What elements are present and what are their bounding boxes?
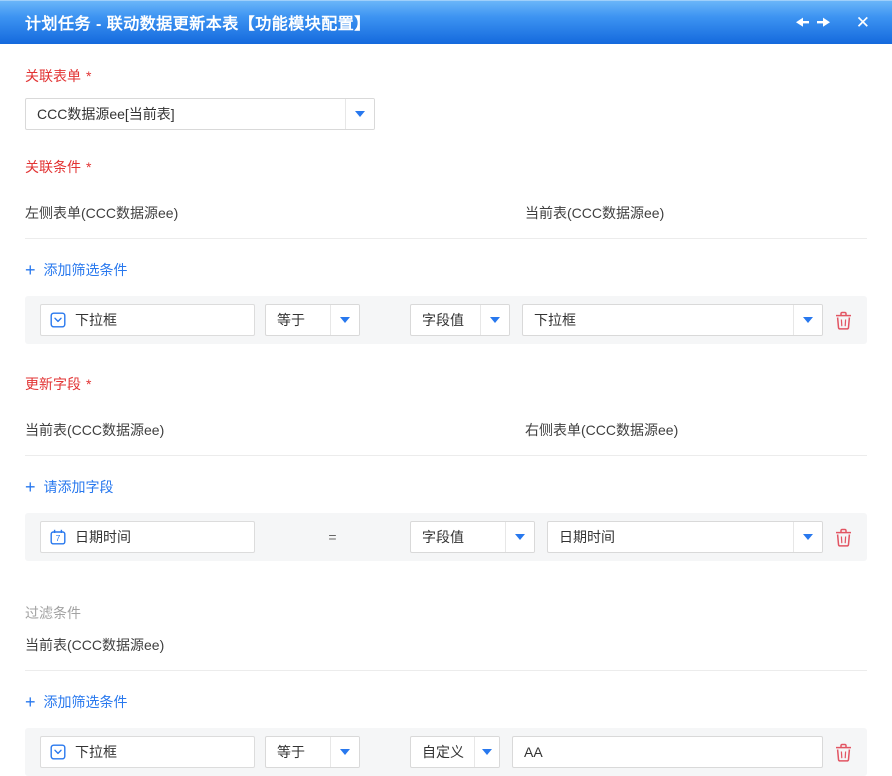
chevron-down-icon [474, 737, 499, 767]
chevron-down-icon [480, 305, 509, 335]
chevron-down-icon [330, 305, 359, 335]
required-asterisk: * [86, 376, 91, 392]
field-select[interactable]: 7 日期时间 [40, 521, 255, 553]
value-select[interactable]: 日期时间 [547, 521, 823, 553]
update-field-headers: 当前表(CCC数据源ee) 右侧表单(CCC数据源ee) [25, 420, 867, 456]
chevron-down-icon [345, 99, 374, 129]
custom-value-input[interactable] [512, 736, 823, 768]
related-condition-headers: 左侧表单(CCC数据源ee) 当前表(CCC数据源ee) [25, 203, 867, 239]
related-form-label: 关联表单* [25, 66, 867, 86]
delete-row-button[interactable] [835, 743, 852, 762]
filter-condition-label: 过滤条件 [25, 603, 867, 623]
plus-icon: + [25, 695, 36, 709]
delete-row-button[interactable] [835, 311, 852, 330]
field-select[interactable]: 下拉框 [40, 736, 255, 768]
plus-icon: + [25, 480, 36, 494]
current-table-header: 当前表(CCC数据源ee) [25, 635, 525, 655]
equals-sign: = [255, 529, 410, 545]
close-icon[interactable]: ✕ [856, 14, 870, 31]
value-type-select[interactable]: 字段值 [410, 521, 535, 553]
right-table-header: 当前表(CCC数据源ee) [525, 203, 664, 223]
chevron-down-icon [793, 522, 822, 552]
dropdown-field-icon [50, 744, 66, 760]
update-field-label: 更新字段* [25, 374, 867, 394]
chevron-down-icon [330, 737, 359, 767]
update-field-row: 7 日期时间 = 字段值 日期时间 [25, 513, 867, 561]
field-select[interactable]: 下拉框 [40, 304, 255, 336]
dropdown-field-icon [50, 312, 66, 328]
condition-row: 下拉框 等于 字段值 下拉框 [25, 296, 867, 344]
value-type-select[interactable]: 自定义 [410, 736, 500, 768]
required-asterisk: * [86, 159, 91, 175]
add-filter-condition-link[interactable]: + 添加筛选条件 [25, 260, 128, 280]
required-asterisk: * [86, 68, 91, 84]
value-type-select[interactable]: 字段值 [410, 304, 510, 336]
filter-condition-row: 下拉框 等于 自定义 [25, 728, 867, 776]
filter-condition-header: 当前表(CCC数据源ee) [25, 635, 867, 671]
related-form-select-value: CCC数据源ee[当前表] [26, 104, 345, 124]
right-table-header: 右侧表单(CCC数据源ee) [525, 420, 678, 440]
related-condition-label: 关联条件* [25, 157, 867, 177]
delete-row-button[interactable] [835, 528, 852, 547]
value-select[interactable]: 下拉框 [522, 304, 823, 336]
dialog-title: 计划任务 - 联动数据更新本表【功能模块配置】 [25, 10, 796, 34]
calendar-icon: 7 [50, 529, 66, 545]
chevron-down-icon [505, 522, 534, 552]
resize-arrows-icon[interactable] [796, 15, 830, 29]
svg-text:7: 7 [56, 533, 61, 543]
left-table-header: 当前表(CCC数据源ee) [25, 420, 525, 440]
dialog-titlebar: 计划任务 - 联动数据更新本表【功能模块配置】 ✕ [0, 0, 892, 44]
chevron-down-icon [793, 305, 822, 335]
plus-icon: + [25, 263, 36, 277]
related-form-select[interactable]: CCC数据源ee[当前表] [25, 98, 375, 130]
left-table-header: 左侧表单(CCC数据源ee) [25, 203, 525, 223]
operator-select[interactable]: 等于 [265, 304, 360, 336]
add-filter-condition-link[interactable]: + 添加筛选条件 [25, 692, 128, 712]
operator-select[interactable]: 等于 [265, 736, 360, 768]
add-field-link[interactable]: + 请添加字段 [25, 477, 114, 497]
